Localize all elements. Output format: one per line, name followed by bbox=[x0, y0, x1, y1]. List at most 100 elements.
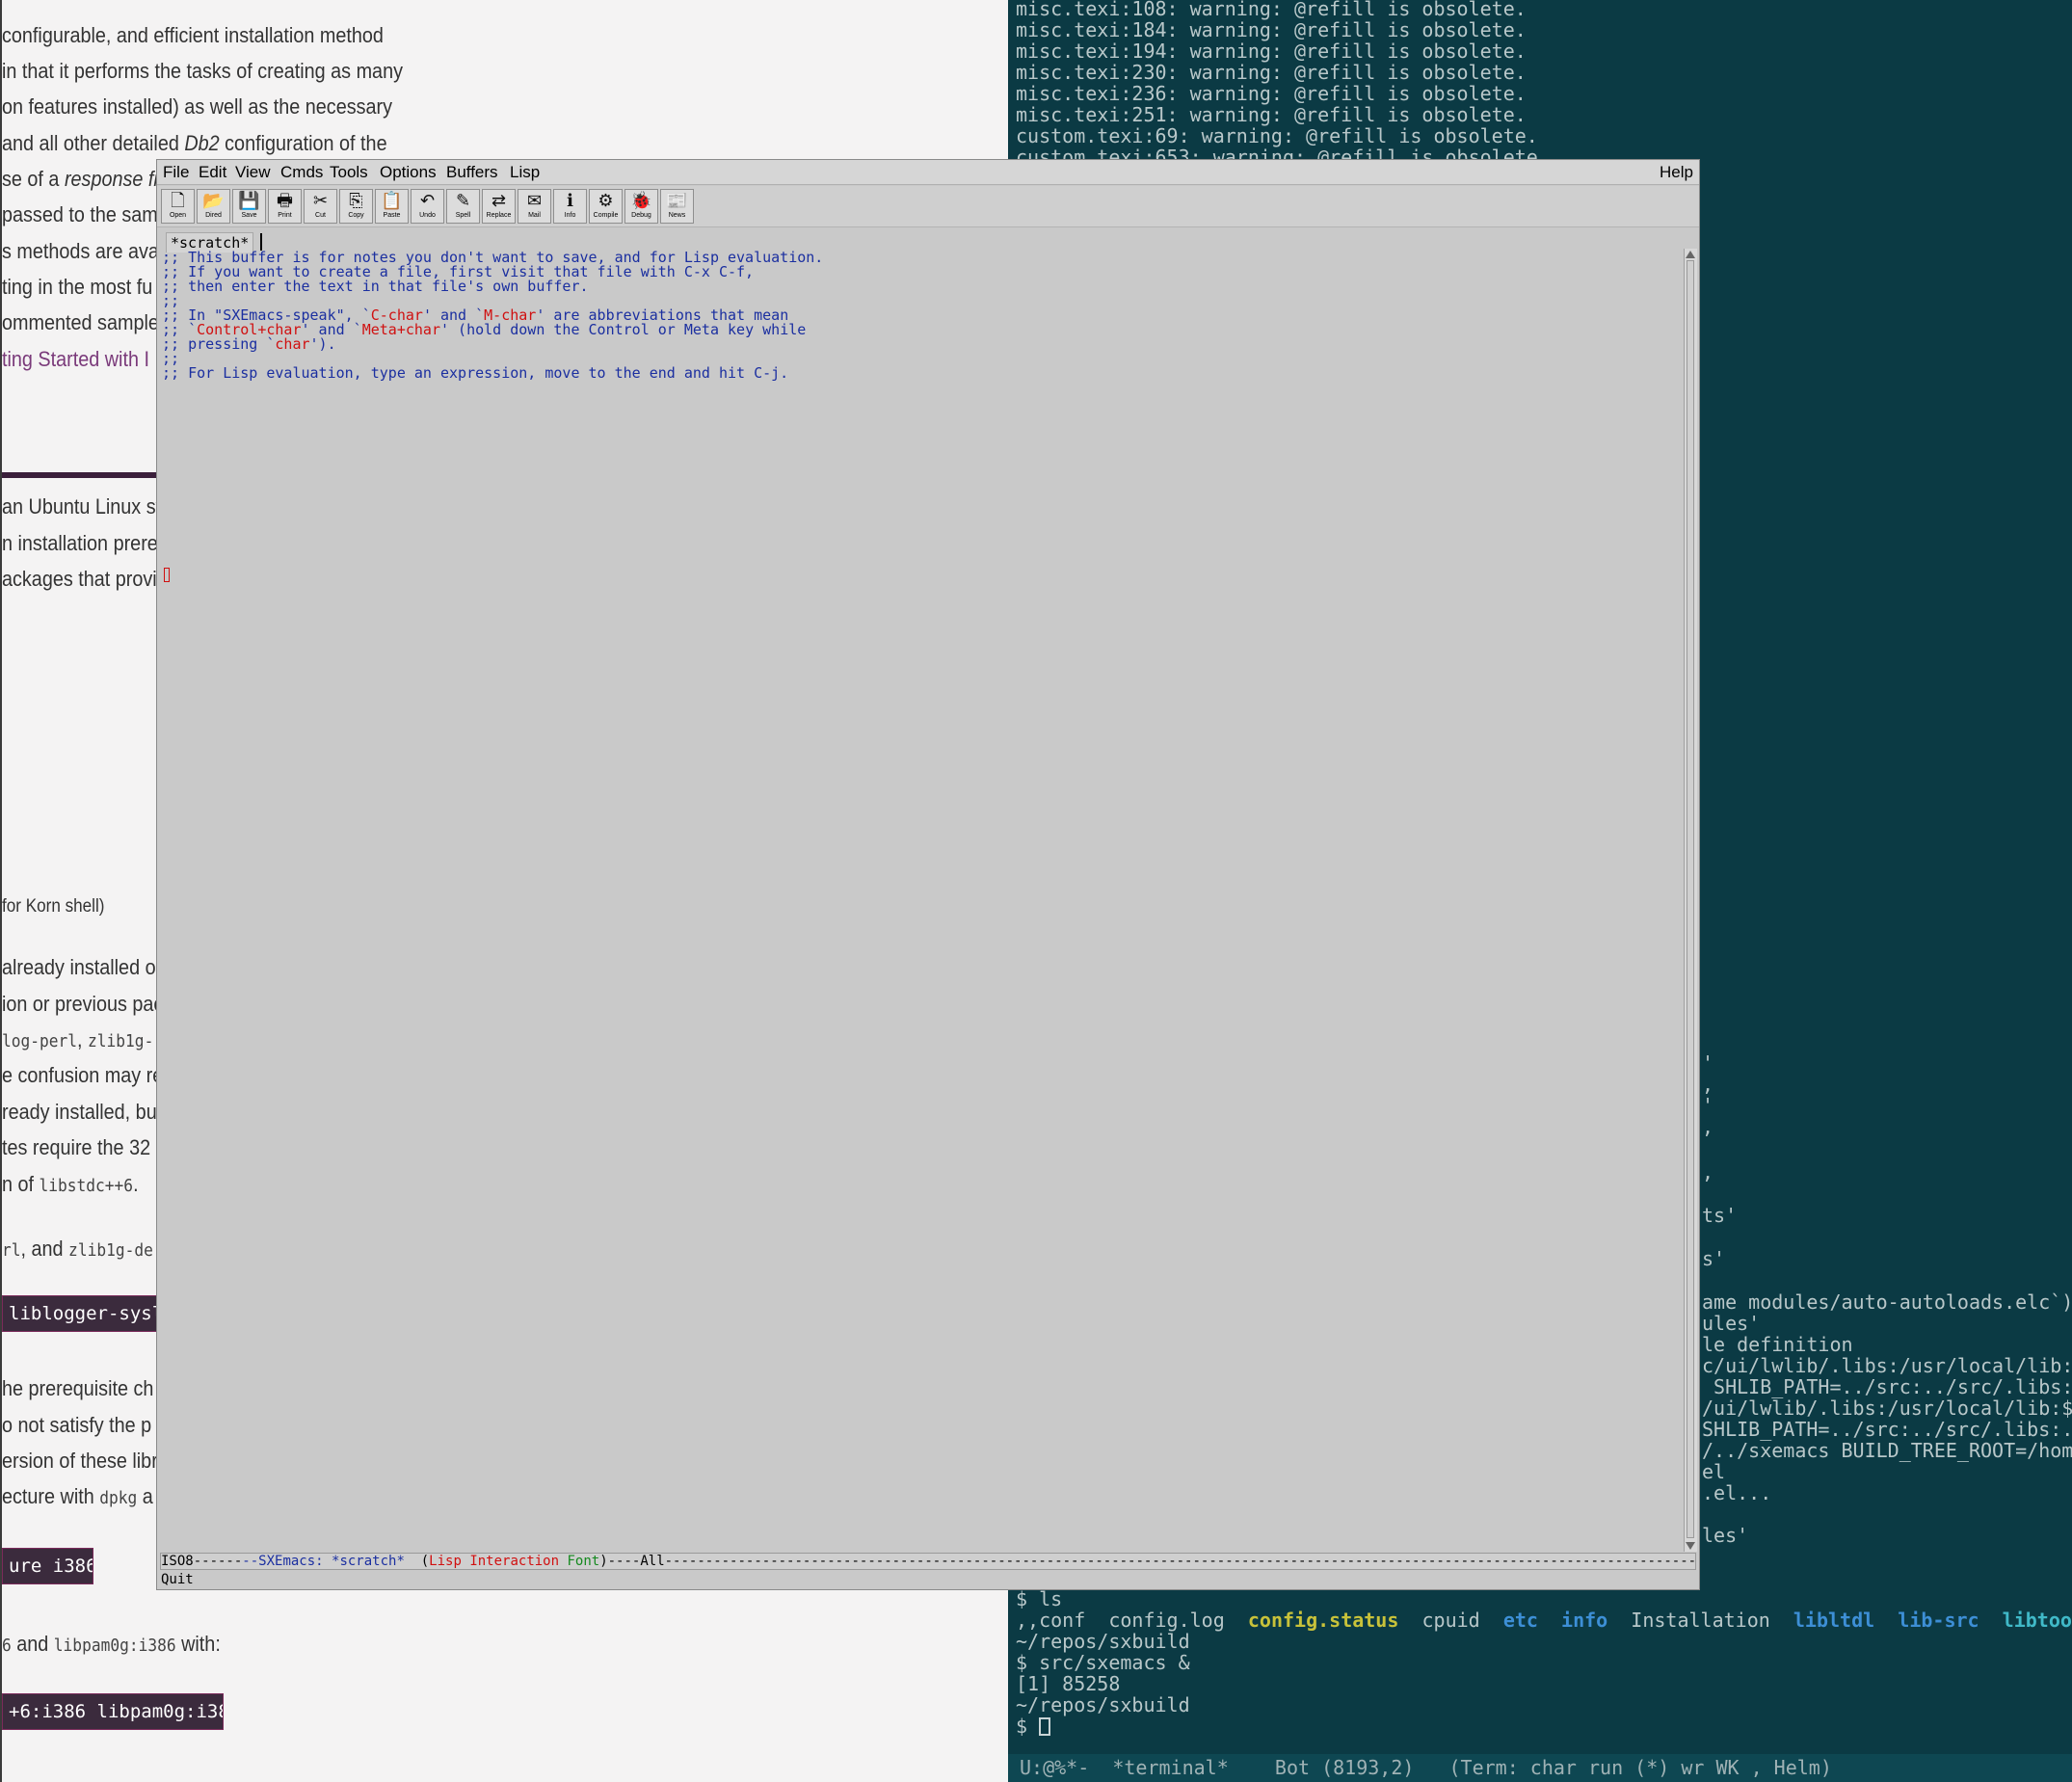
menu-lisp[interactable]: Lisp bbox=[510, 160, 540, 184]
terminal-line-fragment: .el... bbox=[1702, 1481, 1772, 1504]
terminal-cursor bbox=[1039, 1717, 1051, 1736]
modeline-buffer-name: --SXEmacs: *scratch* bbox=[242, 1554, 405, 1569]
web-text-line: se of a response fi bbox=[2, 167, 158, 192]
toolbar-button-label: Compile bbox=[593, 212, 619, 219]
terminal-ls-output: ,,conf config.log config.status cpuid et… bbox=[1016, 1609, 2072, 1631]
comment-line: ;; then enter the text in that file's ow… bbox=[162, 279, 589, 294]
terminal-line-fragment: /ui/lwlib/.libs:/usr/local/lib:$L bbox=[1702, 1396, 2072, 1420]
toolbar-info-button[interactable]: ℹ Info bbox=[553, 189, 587, 224]
web-inline-code: rl bbox=[2, 1240, 21, 1261]
paste-icon: 📋 bbox=[381, 191, 403, 210]
toolbar-replace-button[interactable]: ⇄ Replace bbox=[482, 189, 516, 224]
menu-file[interactable]: File bbox=[163, 160, 189, 184]
toolbar-spell-button[interactable]: ✎ Spell bbox=[446, 189, 480, 224]
terminal-run-command: $ src/sxemacs & bbox=[1016, 1651, 1190, 1674]
modeline-major-mode: Lisp Interaction bbox=[429, 1554, 560, 1569]
toolbar-undo-button[interactable]: ↶ Undo bbox=[411, 189, 444, 224]
menu-tools[interactable]: Tools bbox=[330, 160, 368, 184]
toolbar-button-label: News bbox=[668, 212, 686, 219]
scratch-buffer-text[interactable]: ;; This buffer is for notes you don't wa… bbox=[160, 249, 1683, 1550]
print-icon: 🖶 bbox=[277, 191, 293, 210]
terminal-line-fragment: ' bbox=[1702, 1051, 1714, 1075]
terminal-line-fragment: s' bbox=[1702, 1247, 1726, 1270]
text-cursor bbox=[164, 568, 170, 582]
menu-cmds[interactable]: Cmds bbox=[280, 160, 323, 184]
terminal-line-fragment: ame modules/auto-autoloads.elc`) bbox=[1702, 1290, 2072, 1314]
comment-text: ' (hold down the Control or Meta key whi… bbox=[440, 321, 807, 338]
ls-entry: info bbox=[1561, 1609, 1608, 1632]
web-text: and all other detailed bbox=[2, 131, 185, 155]
ls-entry: ,,conf bbox=[1016, 1609, 1086, 1632]
modeline-position: )----All--------------------------------… bbox=[599, 1554, 1696, 1569]
comment-text: ;; then enter the text in that file's ow… bbox=[162, 278, 589, 295]
toolbar-button-label: Mail bbox=[528, 212, 541, 219]
web-text: o not satisfy the p bbox=[2, 1413, 152, 1437]
menu-help[interactable]: Help bbox=[1660, 160, 1693, 184]
toolbar-debug-button[interactable]: 🐞 Debug bbox=[624, 189, 658, 224]
web-text-line: o not satisfy the p bbox=[2, 1413, 151, 1438]
terminal-cwd: ~/repos/sxbuild bbox=[1016, 1630, 1190, 1653]
toolbar-copy-button[interactable]: ⎘ Copy bbox=[339, 189, 373, 224]
toolbar-mail-button[interactable]: ✉ Mail bbox=[518, 189, 551, 224]
modeline-sep: ( bbox=[404, 1554, 430, 1569]
web-text: an Ubuntu Linux sy bbox=[2, 494, 166, 519]
terminal-ls-command: $ ls bbox=[1016, 1587, 1063, 1610]
menu-edit[interactable]: Edit bbox=[199, 160, 226, 184]
menu-buffers[interactable]: Buffers bbox=[446, 160, 498, 184]
sxemacs-window[interactable]: File Edit View Cmds Tools Options Buffer… bbox=[156, 159, 1700, 1590]
menu-options[interactable]: Options bbox=[380, 160, 437, 184]
web-text: a bbox=[137, 1484, 153, 1508]
web-inline-code: 6 bbox=[2, 1636, 12, 1656]
web-text: ting in the most fu bbox=[2, 275, 153, 299]
toolbar-button-label: Save bbox=[241, 212, 257, 219]
web-text-line: log-perl, zlib1g- bbox=[2, 1027, 153, 1052]
news-icon: 📰 bbox=[666, 191, 688, 210]
terminal-line: custom.texi:69: warning: @refill is obso… bbox=[1016, 124, 1538, 147]
comment-text: ;; For Lisp evaluation, type an expressi… bbox=[162, 364, 789, 382]
menu-bar: File Edit View Cmds Tools Options Buffer… bbox=[157, 160, 1699, 185]
ls-entry: config.log bbox=[1108, 1609, 1225, 1632]
modeline-coding: ISO8------ bbox=[161, 1554, 243, 1569]
toolbar-open-button[interactable]: 🗋 Open bbox=[161, 189, 195, 224]
terminal-modeline: U:@%*- *terminal* Bot (8193,2) (Term: ch… bbox=[1008, 1754, 2072, 1782]
web-text: se of a bbox=[2, 167, 65, 191]
web-text-line: for Korn shell) bbox=[2, 896, 104, 918]
comment-line: ;; pressing `char'). bbox=[162, 337, 336, 352]
web-link[interactable]: ting Started with I bbox=[2, 347, 149, 372]
web-text: tes require the 32 bbox=[2, 1135, 151, 1159]
web-text-line: ting in the most fu bbox=[2, 275, 152, 300]
vertical-scrollbar[interactable] bbox=[1684, 249, 1697, 1552]
toolbar-save-button[interactable]: 💾 Save bbox=[232, 189, 266, 224]
menu-view[interactable]: View bbox=[235, 160, 271, 184]
toolbar-paste-button[interactable]: 📋 Paste bbox=[375, 189, 409, 224]
emacs-modeline[interactable]: ISO8--------SXEmacs: *scratch* (Lisp Int… bbox=[160, 1553, 1696, 1570]
scrollbar-thumb[interactable] bbox=[1687, 260, 1694, 1538]
toolbar-button-label: Print bbox=[278, 212, 292, 219]
toolbar-dired-button[interactable]: 📂 Dired bbox=[197, 189, 230, 224]
toolbar-news-button[interactable]: 📰 News bbox=[660, 189, 694, 224]
ls-entry: Installation bbox=[1631, 1609, 1770, 1632]
web-emphasis: Db2 bbox=[184, 131, 220, 155]
terminal-prompt[interactable]: $ bbox=[1016, 1715, 1051, 1738]
toolbar-cut-button[interactable]: ✂ Cut bbox=[304, 189, 337, 224]
toolbar-print-button[interactable]: 🖶 Print bbox=[268, 189, 302, 224]
toolbar-button-label: Paste bbox=[383, 212, 401, 219]
scroll-up-arrow-icon[interactable] bbox=[1686, 251, 1695, 258]
web-text-line: ion or previous pac bbox=[2, 992, 163, 1017]
web-text: n installation prere bbox=[2, 531, 158, 555]
terminal-line-fragment: el bbox=[1702, 1460, 1726, 1483]
terminal-cwd: ~/repos/sxbuild bbox=[1016, 1693, 1190, 1716]
web-text-line: e confusion may re bbox=[2, 1063, 163, 1088]
ls-entry: config.status bbox=[1247, 1609, 1399, 1632]
toolbar-compile-button[interactable]: ⚙ Compile bbox=[589, 189, 623, 224]
web-text: configurable, and efficient installation… bbox=[2, 23, 384, 47]
web-text: s methods are ava bbox=[2, 239, 159, 263]
comment-text: '). bbox=[309, 335, 336, 353]
web-text: and bbox=[11, 1632, 54, 1656]
scroll-down-arrow-icon[interactable] bbox=[1686, 1542, 1695, 1550]
terminal-line-fragment: SHLIB_PATH=../src:../src/.libs:. bbox=[1702, 1418, 2072, 1441]
terminal-line-fragment: /../sxemacs BUILD_TREE_ROOT=/home bbox=[1702, 1439, 2072, 1462]
prompt-symbol: $ bbox=[1016, 1715, 1040, 1738]
toolbar-button-label: Debug bbox=[631, 212, 651, 219]
web-text-line: 6 and libpam0g:i386 with: bbox=[2, 1632, 221, 1657]
